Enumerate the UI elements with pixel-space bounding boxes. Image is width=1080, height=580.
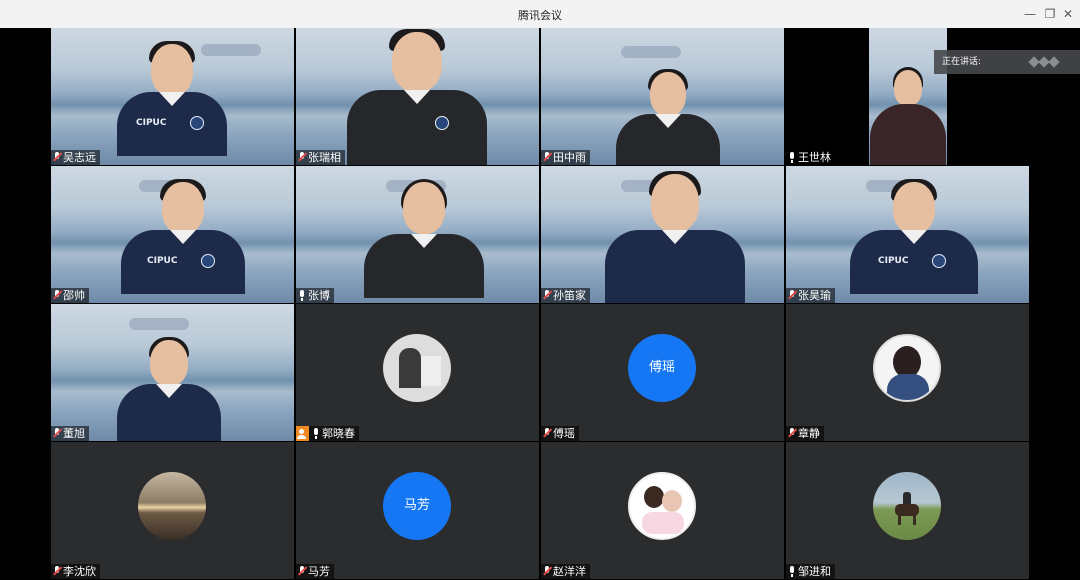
mic-muted-icon — [298, 566, 306, 577]
mic-muted-icon — [543, 566, 551, 577]
participant-avatar: 马芳 — [383, 472, 451, 540]
participant-tile[interactable]: 王世林 — [786, 28, 1029, 165]
participant-name: 张瑞相 — [308, 151, 341, 164]
name-tag: 张昊瑜 — [786, 288, 835, 303]
participant-tile[interactable]: 赵洋洋 — [541, 442, 784, 579]
mic-muted-icon — [543, 428, 551, 439]
participant-video — [342, 29, 492, 165]
participant-name: 郭晓春 — [322, 427, 355, 440]
participant-name: 马芳 — [308, 565, 330, 578]
name-tag: 李沈欣 — [51, 564, 100, 579]
restore-icon[interactable]: ❐ — [1040, 4, 1060, 24]
name-tag: 孙笛家 — [541, 288, 590, 303]
mic-muted-icon — [543, 152, 551, 163]
participant-name: 赵洋洋 — [553, 565, 586, 578]
participant-name: 李沈欣 — [63, 565, 96, 578]
name-tag: 吴志远 — [51, 150, 100, 165]
participant-tile[interactable]: 张博 — [296, 166, 539, 303]
mic-icon — [788, 152, 796, 163]
title-bar: 腾讯会议 — ❐ ✕ — [0, 0, 1080, 29]
participant-video: CIPUC — [118, 179, 248, 303]
participant-avatar: 傅瑶 — [628, 334, 696, 402]
host-icon — [296, 426, 309, 441]
participant-video — [613, 69, 723, 165]
name-tag: 邵帅 — [51, 288, 89, 303]
participant-video — [359, 179, 489, 303]
mic-icon — [788, 566, 796, 577]
participant-tile[interactable]: CIPUC 张昊瑜 — [786, 166, 1029, 303]
close-icon[interactable]: ✕ — [1058, 4, 1078, 24]
name-tag: 王世林 — [786, 150, 835, 165]
participant-video: CIPUC — [112, 41, 232, 164]
participant-name: 董旭 — [63, 427, 85, 440]
participant-tile[interactable]: 郭晓春 — [296, 304, 539, 441]
participant-name: 张昊瑜 — [798, 289, 831, 302]
video-grid: CIPUC 吴志远 张瑞相 田中雨 王世林 CIPUC 邵帅 张博 孙笛家 CI… — [0, 28, 1080, 580]
name-tag: 赵洋洋 — [541, 564, 590, 579]
participant-avatar — [628, 472, 696, 540]
participant-tile[interactable]: 田中雨 — [541, 28, 784, 165]
mic-muted-icon — [788, 290, 796, 301]
participant-tile[interactable]: 董旭 — [51, 304, 294, 441]
participant-name: 王世林 — [798, 151, 831, 164]
participant-name: 吴志远 — [63, 151, 96, 164]
participant-avatar — [138, 472, 206, 540]
name-tag: 邹进和 — [786, 564, 835, 579]
speaking-bars-icon — [1028, 56, 1064, 68]
participant-tile[interactable]: 马芳 马芳 — [296, 442, 539, 579]
participant-tile[interactable]: CIPUC 吴志远 — [51, 28, 294, 165]
participant-name: 张博 — [308, 289, 330, 302]
participant-video — [600, 171, 750, 303]
mic-muted-icon — [53, 566, 61, 577]
participant-video — [869, 28, 947, 165]
participant-name: 邵帅 — [63, 289, 85, 302]
name-tag: 田中雨 — [541, 150, 590, 165]
participant-avatar — [873, 334, 941, 402]
name-tag: 傅瑶 — [541, 426, 579, 441]
participant-tile[interactable]: 傅瑶 傅瑶 — [541, 304, 784, 441]
name-tag: 郭晓春 — [296, 426, 359, 441]
name-tag: 张博 — [296, 288, 334, 303]
participant-name: 孙笛家 — [553, 289, 586, 302]
name-tag: 董旭 — [51, 426, 89, 441]
participant-tile[interactable]: 孙笛家 — [541, 166, 784, 303]
mic-muted-icon — [788, 428, 796, 439]
participant-avatar — [873, 472, 941, 540]
participant-tile[interactable]: 李沈欣 — [51, 442, 294, 579]
name-tag: 马芳 — [296, 564, 334, 579]
mic-icon — [312, 428, 320, 439]
speaking-indicator: 正在讲话: — [934, 50, 1080, 74]
participant-video — [114, 337, 224, 441]
participant-tile[interactable]: 邹进和 — [786, 442, 1029, 579]
participant-tile[interactable]: 张瑞相 — [296, 28, 539, 165]
window-title: 腾讯会议 — [518, 9, 562, 22]
mic-muted-icon — [53, 152, 61, 163]
minimize-icon[interactable]: — — [1020, 4, 1040, 24]
participant-name: 章静 — [798, 427, 820, 440]
participant-name: 田中雨 — [553, 151, 586, 164]
speaking-label: 正在讲话: — [942, 57, 982, 67]
participant-tile[interactable]: CIPUC 邵帅 — [51, 166, 294, 303]
mic-muted-icon — [298, 152, 306, 163]
mic-muted-icon — [53, 290, 61, 301]
participant-video: CIPUC — [849, 179, 979, 303]
name-tag: 张瑞相 — [296, 150, 345, 165]
participant-name: 邹进和 — [798, 565, 831, 578]
participant-avatar — [383, 334, 451, 402]
mic-muted-icon — [543, 290, 551, 301]
participant-tile[interactable]: 章静 — [786, 304, 1029, 441]
participant-name: 傅瑶 — [553, 427, 575, 440]
name-tag: 章静 — [786, 426, 824, 441]
mic-muted-icon — [53, 428, 61, 439]
mic-icon — [298, 290, 306, 301]
